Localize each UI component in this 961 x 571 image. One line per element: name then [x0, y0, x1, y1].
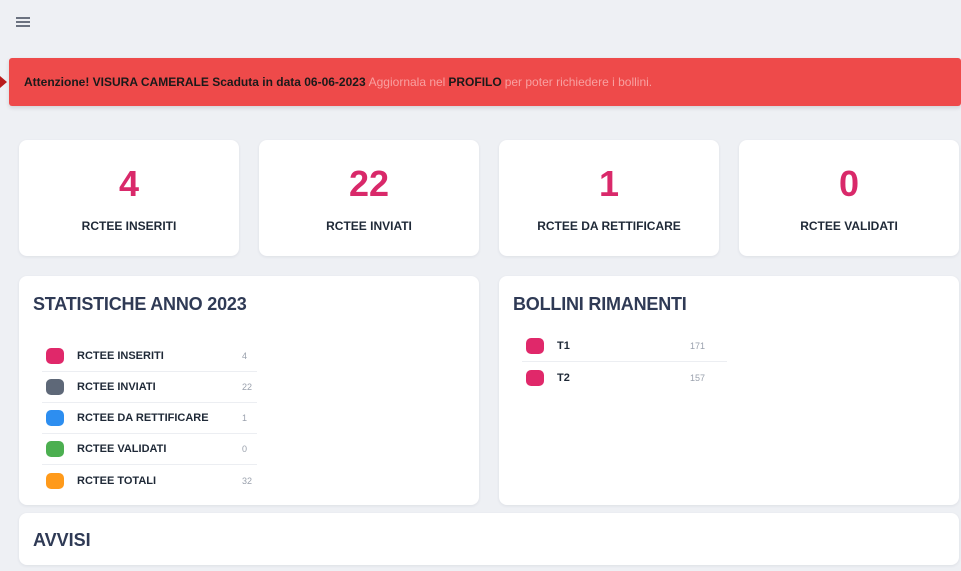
profile-link[interactable]: PROFILO [448, 75, 501, 89]
stat-card-validati: 0 RCTEE VALIDATI [739, 140, 959, 256]
legend-label: RCTEE DA RETTIFICARE [77, 412, 209, 424]
legend-value: 0 [242, 444, 248, 454]
legend-value: 32 [242, 475, 253, 486]
stat-value: 0 [838, 163, 860, 204]
top-bar [0, 0, 961, 52]
alert-pointer [0, 76, 7, 88]
stat-value: 1 [598, 163, 620, 204]
legend-value: 1 [242, 413, 248, 423]
legend-row-validati: RCTEE VALIDATI 0 [42, 434, 257, 465]
bollini-list: T1 171 T2 157 [522, 331, 727, 393]
legend-row-da-rettificare: RCTEE DA RETTIFICARE 1 [42, 403, 257, 434]
avvisi-panel: AVVISI [19, 513, 959, 565]
color-swatch [526, 338, 544, 354]
stat-label: RCTEE INSERITI [81, 219, 177, 233]
legend-row-inviati: RCTEE INVIATI 22 [42, 372, 257, 403]
color-swatch [46, 410, 64, 426]
stat-card-da-rettificare: 1 RCTEE DA RETTIFICARE [499, 140, 719, 256]
stat-card-inseriti: 4 RCTEE INSERITI [19, 140, 239, 256]
statistiche-panel: STATISTICHE ANNO 2023 RCTEE INSERITI 4 R… [19, 276, 479, 505]
color-swatch [46, 379, 64, 395]
color-swatch [46, 348, 64, 364]
bollini-value: 171 [690, 341, 706, 351]
legend-label: RCTEE VALIDATI [77, 443, 167, 455]
panel-title: BOLLINI RIMANENTI [513, 294, 687, 314]
color-swatch [526, 369, 544, 386]
legend-label: RCTEE INSERITI [77, 350, 164, 362]
alert-text-2: per poter richiedere i bollini. [504, 75, 653, 89]
alert-banner: Attenzione! VISURA CAMERALE Scaduta in d… [9, 58, 961, 106]
bollini-value: 157 [690, 372, 706, 383]
bollini-row-t1: T1 171 [522, 331, 727, 362]
color-swatch [46, 472, 64, 489]
stat-card-inviati: 22 RCTEE INVIATI [259, 140, 479, 256]
stat-label: RCTEE VALIDATI [800, 219, 898, 233]
panel-title: STATISTICHE ANNO 2023 [33, 294, 247, 314]
bollini-label: T1 [557, 340, 570, 352]
legend-value: 22 [242, 382, 253, 392]
alert-text-1: Aggiornala nel [368, 75, 446, 89]
stat-value: 22 [348, 163, 390, 204]
legend-row-totali: RCTEE TOTALI 32 [42, 465, 257, 496]
legend-label: RCTEE INVIATI [77, 381, 156, 393]
panel-title: AVVISI [33, 530, 91, 550]
stat-label: RCTEE DA RETTIFICARE [537, 219, 681, 233]
legend-value: 4 [242, 351, 248, 361]
statistiche-legend: RCTEE INSERITI 4 RCTEE INVIATI 22 RCTEE … [42, 341, 257, 496]
stat-label: RCTEE INVIATI [326, 219, 412, 233]
alert-prefix: Attenzione! VISURA CAMERALE Scaduta in d… [24, 75, 366, 89]
bollini-panel: BOLLINI RIMANENTI T1 171 T2 157 [499, 276, 959, 505]
bollini-row-t2: T2 157 [522, 362, 727, 393]
stat-value: 4 [118, 163, 140, 204]
legend-row-inseriti: RCTEE INSERITI 4 [42, 341, 257, 372]
color-swatch [46, 441, 64, 457]
legend-label: RCTEE TOTALI [77, 474, 157, 487]
hamburger-menu-icon[interactable] [16, 16, 30, 28]
bollini-label: T2 [557, 371, 570, 384]
